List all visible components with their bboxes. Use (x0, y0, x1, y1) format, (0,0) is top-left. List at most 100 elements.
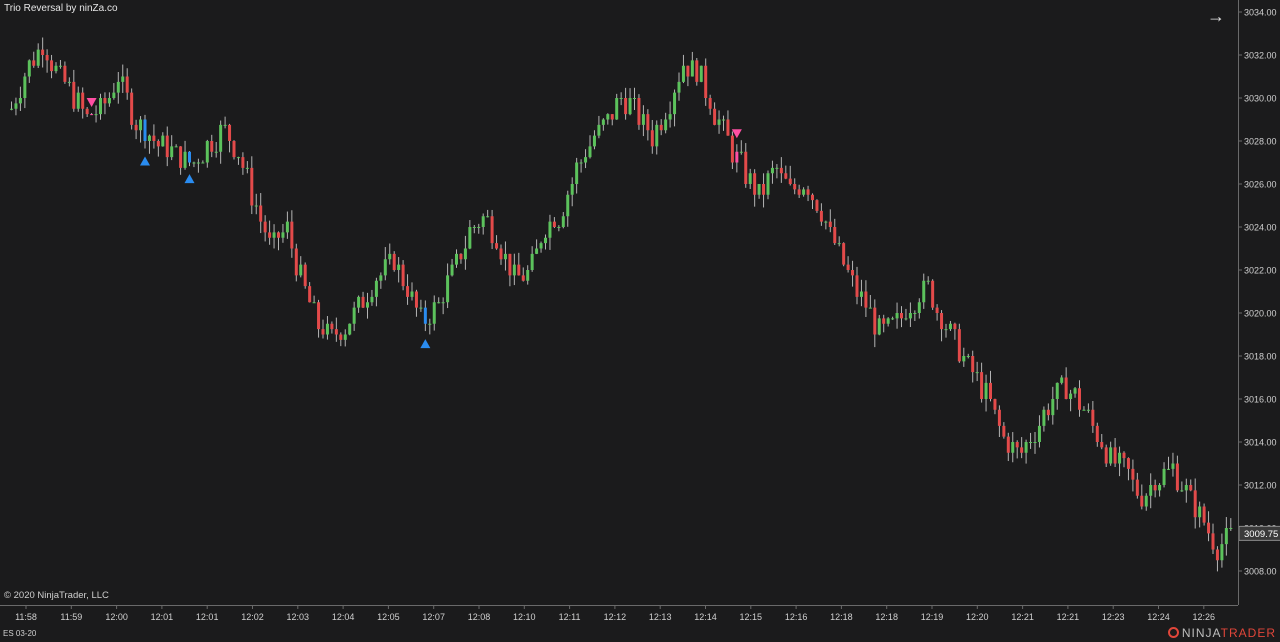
candle-body (419, 307, 423, 309)
candle (575, 157, 579, 194)
candle (147, 134, 151, 154)
candle (641, 105, 645, 137)
candle (851, 260, 855, 287)
candle-body (1224, 528, 1228, 545)
candle (882, 314, 886, 333)
candle (1140, 484, 1144, 510)
candle-body (975, 372, 979, 374)
candle (183, 140, 187, 170)
candle (379, 272, 383, 289)
candle-body (1064, 377, 1068, 399)
arrow-right-icon[interactable]: → (1207, 6, 1225, 27)
candle (196, 158, 200, 173)
candle (54, 62, 58, 74)
candle-body (50, 60, 54, 72)
candle-body (406, 286, 410, 297)
candle-body (250, 167, 254, 206)
candle (468, 220, 472, 250)
candle (1189, 479, 1193, 492)
candle (383, 247, 387, 281)
candle-body (1006, 436, 1010, 453)
price-tick-label: 3016.00 (1244, 395, 1277, 405)
candle (926, 276, 930, 285)
candle-body (236, 157, 240, 159)
candle (633, 87, 636, 111)
candle (646, 109, 650, 141)
candle (1198, 501, 1202, 528)
candle-body (1037, 425, 1041, 442)
candle-body (864, 291, 868, 308)
candle-body (744, 151, 748, 184)
candle-body (112, 92, 116, 98)
candle (1104, 444, 1108, 468)
candle (317, 299, 321, 338)
candle-body (1229, 528, 1233, 529)
candlestick-plot (10, 37, 1233, 572)
time-tick-label: 12:23 (1102, 612, 1125, 622)
candle-body (214, 151, 218, 153)
candle (873, 299, 877, 348)
price-tick-label: 3018.00 (1244, 352, 1277, 362)
candle (815, 199, 819, 213)
candle-body (1118, 452, 1122, 464)
candle (1167, 456, 1170, 471)
candle (1126, 457, 1130, 481)
candle (312, 295, 316, 304)
candle-body (1069, 393, 1073, 399)
candle (18, 86, 22, 111)
candle (1042, 406, 1046, 432)
candle-body (717, 119, 721, 125)
candle-body (655, 124, 659, 147)
candle (366, 292, 369, 319)
candle-body (1060, 377, 1064, 383)
candle (606, 113, 610, 125)
candle (1064, 367, 1068, 400)
candle (503, 241, 507, 271)
candle (566, 190, 570, 227)
candle (717, 110, 721, 134)
candle (744, 143, 748, 188)
instrument-label: ES 03-20 (3, 629, 37, 638)
candle (944, 323, 948, 338)
candle (219, 120, 223, 164)
candle-body (1184, 485, 1188, 491)
candle-body (1180, 490, 1184, 492)
candle-body (677, 81, 681, 93)
candle-body (1126, 458, 1130, 469)
candle (1078, 380, 1081, 417)
candle (277, 231, 280, 251)
candle-body (1171, 463, 1175, 469)
candle-body (948, 323, 952, 330)
price-axis-labels: 3034.00 3032.00 3030.00 3028.00 3026.00 3024.… (1239, 8, 1280, 577)
candle (779, 157, 783, 183)
candle-body (922, 280, 926, 303)
candle (597, 115, 601, 139)
candle (299, 256, 303, 278)
candle (1060, 375, 1064, 385)
candle-body (993, 399, 997, 410)
candle-body (54, 65, 58, 72)
candle-body (815, 200, 819, 211)
candle (188, 151, 191, 167)
candle-body (290, 221, 294, 249)
time-axis[interactable]: 11:58 11:59 12:00 12:01 12:01 12:02 12:03 12:04… (0, 605, 1238, 626)
candle (125, 68, 129, 100)
candle (397, 257, 401, 283)
candle (334, 317, 338, 342)
candle (953, 322, 957, 340)
candle-body (855, 275, 859, 297)
candle-body (819, 210, 823, 222)
price-axis[interactable]: 3034.00 3032.00 3030.00 3028.00 3026.00 3024.… (1238, 0, 1280, 605)
candle-body (85, 108, 89, 115)
candle-body (165, 135, 169, 158)
candle-body (397, 264, 401, 270)
candle (99, 93, 102, 120)
candle-body (107, 98, 111, 104)
candle-body (610, 114, 614, 120)
candle (975, 361, 979, 382)
chart-area[interactable]: Trio Reversal by ninZa.co → © 2020 Ninja… (0, 0, 1238, 605)
candle (940, 310, 944, 342)
candle (495, 235, 499, 250)
candle (592, 130, 596, 150)
candle (922, 273, 926, 309)
